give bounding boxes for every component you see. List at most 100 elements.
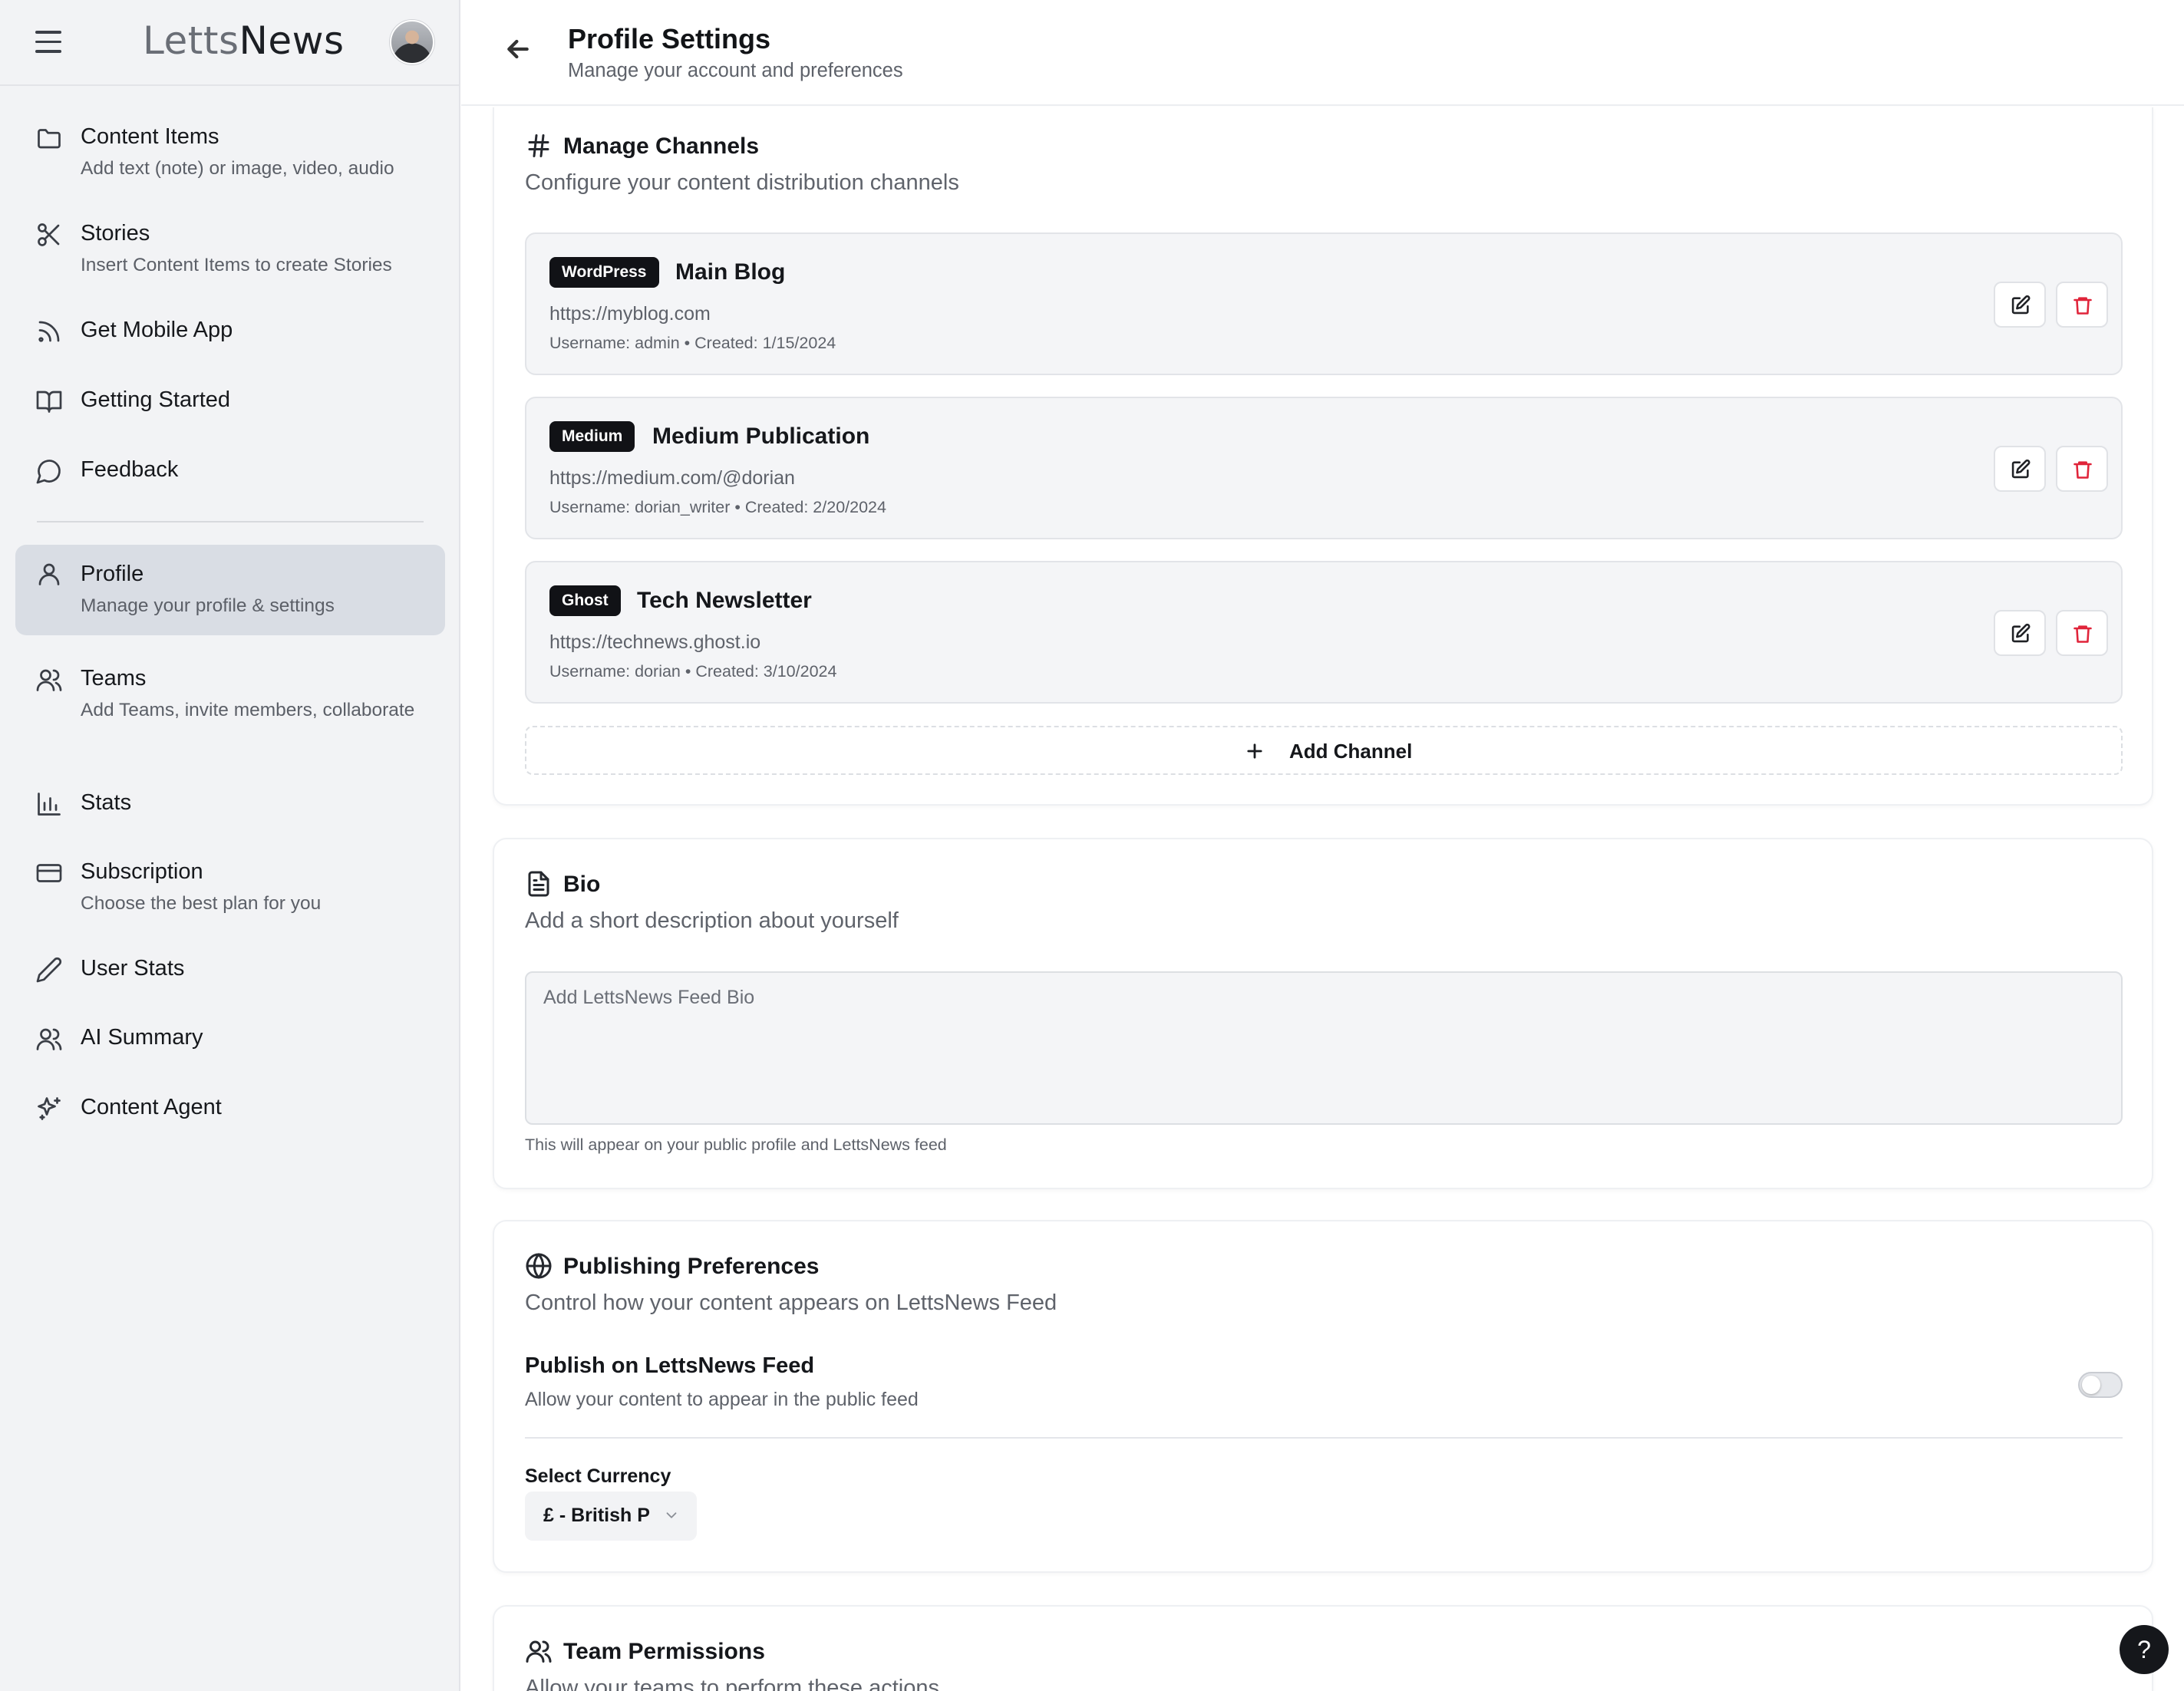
channel-row: Ghost Tech Newsletter https://technews.g… bbox=[525, 561, 2123, 704]
channel-url: https://medium.com/@dorian bbox=[549, 467, 795, 489]
add-channel-label: Add Channel bbox=[1289, 740, 1413, 763]
team-permissions-desc: Allow your teams to perform these action… bbox=[525, 1676, 939, 1691]
channel-name: Main Blog bbox=[675, 259, 786, 285]
menu-icon[interactable] bbox=[35, 31, 61, 54]
divider bbox=[525, 1437, 2123, 1439]
users-icon bbox=[525, 1637, 554, 1666]
sidebar-item-sub: Insert Content Items to create Stories bbox=[81, 255, 392, 275]
edit-icon bbox=[2011, 623, 2031, 643]
sparkles-icon bbox=[35, 1095, 66, 1126]
book-icon bbox=[35, 387, 66, 418]
arrow-left-icon bbox=[507, 39, 529, 59]
toggle-knob bbox=[2082, 1376, 2100, 1394]
sidebar-item-feedback[interactable]: Feedback bbox=[15, 443, 445, 502]
bio-help-text: This will appear on your public profile … bbox=[525, 1136, 947, 1154]
delete-channel-button[interactable] bbox=[2056, 446, 2108, 492]
sidebar-item-sub: Add text (note) or image, video, audio bbox=[81, 158, 394, 179]
users-icon bbox=[35, 1025, 66, 1056]
message-circle-icon bbox=[35, 457, 66, 488]
publishing-desc: Control how your content appears on Lett… bbox=[525, 1290, 1057, 1315]
sidebar-item-stats[interactable]: Stats bbox=[15, 776, 445, 835]
trash-icon bbox=[2073, 297, 2092, 315]
file-text-icon bbox=[525, 870, 554, 899]
currency-select[interactable]: £ - British P bbox=[525, 1492, 697, 1541]
channel-name: Medium Publication bbox=[652, 424, 870, 449]
scissors-icon bbox=[35, 221, 66, 252]
sidebar: LettsNews Content Items Add text (note) … bbox=[0, 0, 460, 1691]
platform-badge: Medium bbox=[549, 421, 635, 452]
sidebar-item-label: Content Items bbox=[81, 124, 219, 149]
sidebar-item-sub: Add Teams, invite members, collaborate bbox=[81, 700, 415, 720]
sidebar-item-label: Teams bbox=[81, 666, 147, 691]
pen-icon bbox=[35, 956, 66, 987]
back-button[interactable] bbox=[503, 34, 538, 69]
folder-icon bbox=[35, 124, 66, 155]
trash-icon bbox=[2073, 625, 2092, 643]
hash-icon bbox=[525, 132, 554, 161]
channel-row: WordPress Main Blog https://myblog.com U… bbox=[525, 232, 2123, 375]
sidebar-item-ai-summary[interactable]: AI Summary bbox=[15, 1011, 445, 1070]
channel-row: Medium Medium Publication https://medium… bbox=[525, 397, 2123, 539]
channels-title: Manage Channels bbox=[563, 134, 760, 159]
edit-icon bbox=[2011, 459, 2031, 479]
currency-label: Select Currency bbox=[525, 1465, 671, 1487]
trash-icon bbox=[2073, 461, 2092, 479]
bio-desc: Add a short description about yourself bbox=[525, 908, 899, 933]
sidebar-item-teams[interactable]: Teams Add Teams, invite members, collabo… bbox=[15, 652, 445, 766]
channels-card: Manage Channels Configure your content d… bbox=[493, 107, 2153, 806]
publishing-card: Publishing Preferences Control how your … bbox=[493, 1220, 2153, 1573]
delete-channel-button[interactable] bbox=[2056, 282, 2108, 328]
bar-chart-icon bbox=[35, 790, 66, 821]
sidebar-item-label: Profile bbox=[81, 562, 144, 586]
app-logo[interactable]: LettsNews bbox=[143, 18, 345, 63]
sidebar-item-label: User Stats bbox=[81, 956, 185, 981]
edit-channel-button[interactable] bbox=[1994, 610, 2046, 656]
sidebar-item-label: Get Mobile App bbox=[81, 318, 233, 342]
channel-meta: Username: dorian • Created: 3/10/2024 bbox=[549, 662, 837, 681]
sidebar-divider bbox=[37, 521, 424, 522]
user-icon bbox=[35, 560, 66, 591]
publishing-title: Publishing Preferences bbox=[563, 1254, 820, 1279]
channel-meta: Username: dorian_writer • Created: 2/20/… bbox=[549, 498, 886, 516]
feed-toggle-sub: Allow your content to appear in the publ… bbox=[525, 1389, 919, 1410]
sidebar-item-sub: Choose the best plan for you bbox=[81, 893, 322, 914]
help-button[interactable]: ? bbox=[2120, 1625, 2169, 1674]
sidebar-item-subscription[interactable]: Subscription Choose the best plan for yo… bbox=[15, 846, 445, 930]
platform-badge: WordPress bbox=[549, 257, 659, 288]
sidebar-item-label: Getting Started bbox=[81, 387, 231, 412]
sidebar-item-content-items[interactable]: Content Items Add text (note) or image, … bbox=[15, 110, 445, 195]
sidebar-item-profile[interactable]: Profile Manage your profile & settings bbox=[15, 545, 445, 635]
edit-channel-button[interactable] bbox=[1994, 446, 2046, 492]
sidebar-item-stories[interactable]: Stories Insert Content Items to create S… bbox=[15, 207, 445, 292]
bio-card: Bio Add a short description about yourse… bbox=[493, 838, 2153, 1189]
edit-channel-button[interactable] bbox=[1994, 282, 2046, 328]
sidebar-item-content-agent[interactable]: Content Agent bbox=[15, 1081, 445, 1139]
sidebar-header: LettsNews bbox=[0, 0, 459, 86]
users-icon bbox=[35, 666, 66, 697]
sidebar-item-getting-started[interactable]: Getting Started bbox=[15, 374, 445, 432]
channel-url: https://technews.ghost.io bbox=[549, 631, 761, 653]
sidebar-item-label: Content Agent bbox=[81, 1095, 222, 1119]
publish-feed-toggle[interactable] bbox=[2078, 1372, 2123, 1398]
bio-title: Bio bbox=[563, 872, 601, 897]
channels-desc: Configure your content distribution chan… bbox=[525, 170, 959, 195]
avatar[interactable] bbox=[390, 20, 434, 64]
delete-channel-button[interactable] bbox=[2056, 610, 2108, 656]
sidebar-item-sub: Manage your profile & settings bbox=[81, 595, 335, 616]
feed-toggle-label: Publish on LettsNews Feed bbox=[525, 1353, 815, 1378]
sidebar-item-get-mobile-app[interactable]: Get Mobile App bbox=[15, 304, 445, 362]
page-title: Profile Settings bbox=[568, 23, 771, 54]
team-permissions-card: Team Permissions Allow your teams to per… bbox=[493, 1605, 2153, 1691]
sidebar-item-label: Stories bbox=[81, 221, 150, 246]
team-permissions-title: Team Permissions bbox=[563, 1639, 765, 1664]
sidebar-item-label: Subscription bbox=[81, 859, 203, 884]
page-header: Profile Settings Manage your account and… bbox=[461, 0, 2184, 106]
rss-icon bbox=[35, 318, 66, 348]
bio-input[interactable] bbox=[525, 971, 2123, 1125]
chevron-down-icon bbox=[663, 1507, 681, 1525]
sidebar-item-label: AI Summary bbox=[81, 1025, 203, 1050]
plus-icon bbox=[1244, 740, 1267, 763]
add-channel-button[interactable]: Add Channel bbox=[525, 726, 2123, 775]
sidebar-item-user-stats[interactable]: User Stats bbox=[15, 942, 445, 1000]
channel-name: Tech Newsletter bbox=[637, 588, 812, 613]
